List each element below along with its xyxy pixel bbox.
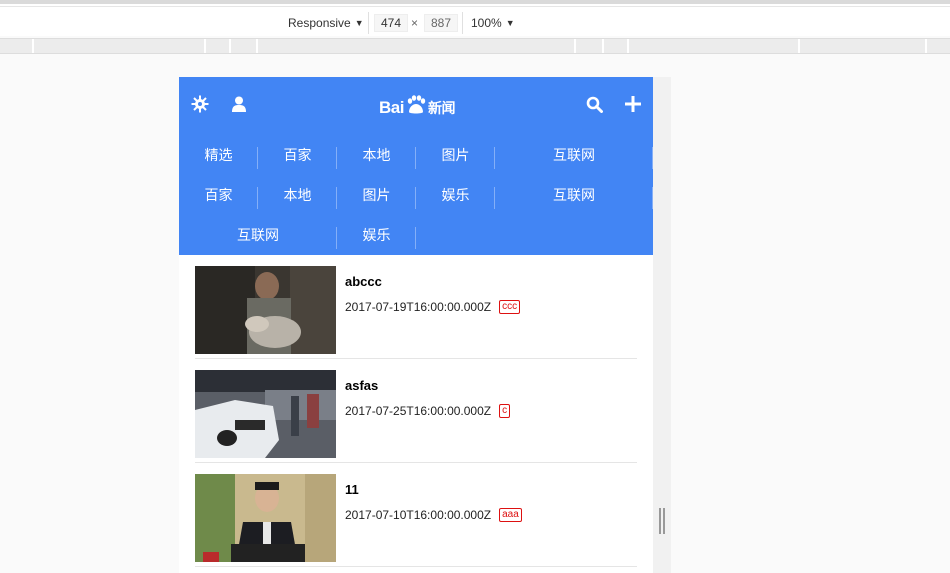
nav-item[interactable]: 本地 [258, 175, 337, 215]
media-query-marker [256, 39, 258, 53]
media-query-marker [925, 39, 927, 53]
news-tag: aaa [499, 508, 522, 522]
news-tag: ccc [499, 300, 521, 314]
media-query-marker [798, 39, 800, 53]
devtools-toolbar: Responsive ▼ 474 × 887 100% ▼ [0, 0, 950, 36]
device-select[interactable]: Responsive ▼ [288, 16, 364, 30]
gear-icon[interactable] [191, 95, 209, 113]
media-query-marker [32, 39, 34, 53]
nav-item[interactable]: 互联网 [495, 175, 653, 215]
toolbar-divider [0, 6, 950, 7]
logo-text-right: 新闻 [427, 99, 456, 116]
user-icon[interactable] [231, 95, 247, 113]
media-query-marker [602, 39, 604, 53]
nav-item[interactable]: 图片 [416, 135, 495, 175]
paw-icon [405, 95, 427, 120]
news-meta: 2017-07-10T16:00:00.000Z aaa [345, 508, 522, 522]
nav-item[interactable]: 图片 [337, 175, 416, 215]
media-query-marker [627, 39, 629, 53]
nav-item[interactable]: 百家 [258, 135, 337, 175]
nav-item[interactable]: 互联网 [179, 215, 337, 255]
width-input[interactable]: 474 [374, 14, 408, 32]
logo-text-left: Bai [379, 97, 404, 117]
caret-down-icon: ▼ [354, 18, 364, 28]
nav-item[interactable]: 娱乐 [337, 215, 416, 255]
toolbar-separator [368, 12, 369, 34]
plus-icon[interactable] [624, 95, 642, 113]
nav-item[interactable]: 百家 [179, 175, 258, 215]
media-query-marker [574, 39, 576, 53]
news-list-item[interactable]: asfas 2017-07-25T16:00:00.000Z c [195, 359, 637, 463]
media-query-bar[interactable] [0, 38, 950, 54]
news-list-item[interactable]: abccc 2017-07-19T16:00:00.000Z ccc [195, 255, 637, 359]
dimension-times-icon: × [411, 16, 419, 30]
viewport-shadow [653, 77, 671, 573]
device-viewport: Bai 新闻 精选 百家 本地 图片 互联网 百家 本地 图片 娱乐 互联网 互… [179, 77, 653, 573]
news-title: asfas [345, 378, 379, 393]
app-header: Bai 新闻 精选 百家 本地 图片 互联网 百家 本地 图片 娱乐 互联网 互… [179, 77, 653, 255]
media-query-marker [229, 39, 231, 53]
news-date: 2017-07-10T16:00:00.000Z [345, 508, 492, 522]
device-select-label: Responsive [288, 16, 351, 30]
news-tag: c [499, 404, 511, 418]
media-query-marker [204, 39, 206, 53]
search-icon[interactable] [585, 95, 603, 113]
viewport-resize-handle[interactable] [659, 508, 665, 534]
news-title: abccc [345, 274, 382, 289]
height-input[interactable]: 887 [424, 14, 458, 32]
news-thumbnail [195, 266, 336, 354]
zoom-select[interactable]: 100% ▼ [471, 16, 515, 30]
news-date: 2017-07-25T16:00:00.000Z [345, 404, 492, 418]
baidu-news-logo: Bai 新闻 [379, 95, 455, 120]
nav-item[interactable]: 互联网 [495, 135, 653, 175]
news-thumbnail [195, 370, 336, 458]
nav-item[interactable]: 精选 [179, 135, 258, 175]
nav-item[interactable]: 本地 [337, 135, 416, 175]
zoom-select-label: 100% [471, 16, 502, 30]
nav-item[interactable]: 娱乐 [416, 175, 495, 215]
caret-down-icon: ▼ [505, 18, 515, 28]
news-meta: 2017-07-19T16:00:00.000Z ccc [345, 300, 521, 314]
news-meta: 2017-07-25T16:00:00.000Z c [345, 404, 511, 418]
news-title: 11 [345, 482, 359, 497]
news-thumbnail [195, 474, 336, 562]
news-list-item[interactable]: 11 2017-07-10T16:00:00.000Z aaa [195, 463, 637, 567]
news-date: 2017-07-19T16:00:00.000Z [345, 300, 492, 314]
toolbar-separator [462, 12, 463, 34]
